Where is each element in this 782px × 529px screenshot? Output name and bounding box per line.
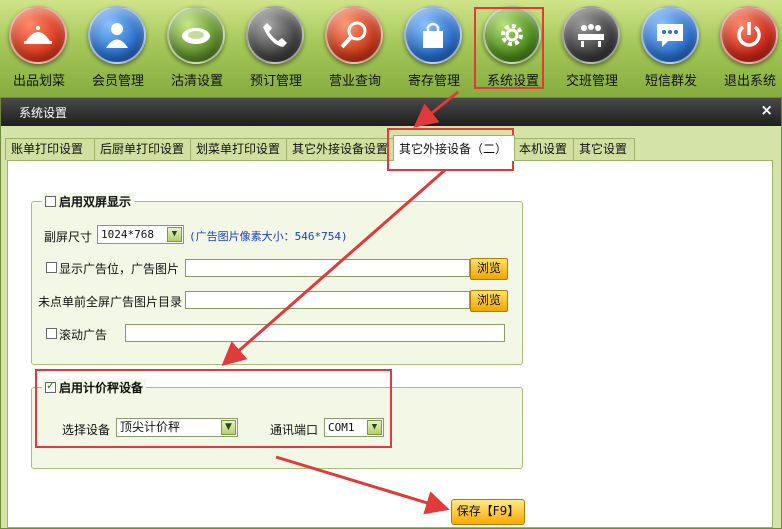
search-icon [325, 6, 383, 64]
toolbar-item-reservation[interactable]: 预订管理 [237, 0, 315, 97]
gear-icon [483, 6, 541, 64]
scroll-ad-checkbox[interactable] [46, 328, 57, 339]
tab-other-settings[interactable]: 其它设置 [573, 138, 635, 160]
dual-screen-checkbox[interactable] [45, 196, 56, 207]
toolbar-label: 短信群发 [644, 74, 697, 89]
phone-icon [246, 6, 304, 64]
save-button[interactable]: 保存【F9】 [451, 499, 525, 525]
message-icon [641, 6, 699, 64]
fullscreen-dir-browse-button[interactable]: 浏览 [470, 290, 508, 312]
toolbar-label: 营业查询 [328, 74, 381, 89]
ad-position-label: 显示广告位，广告图片 [59, 262, 180, 276]
toolbar-label: 交班管理 [565, 74, 618, 89]
scale-label: 启用计价秤设备 [59, 381, 144, 395]
port-value: COM1 [328, 421, 355, 434]
shopping-bag-icon [404, 6, 462, 64]
port-select[interactable]: COM1 ▼ [324, 418, 384, 437]
tab-external-devices[interactable]: 其它外接设备设置 [286, 138, 396, 160]
toolbar-label: 出品划菜 [12, 74, 65, 89]
dual-screen-label: 启用双屏显示 [59, 195, 132, 209]
toolbar-item-soldout[interactable]: 沽清设置 [158, 0, 236, 97]
toolbar-item-system-settings[interactable]: 系统设置 [474, 0, 552, 97]
scroll-ad-input[interactable] [125, 324, 505, 342]
toolbar-item-sms[interactable]: 短信群发 [632, 0, 710, 97]
dual-screen-legend: 启用双屏显示 [42, 193, 135, 210]
toolbar-item-exit[interactable]: 退出系统 [711, 0, 782, 97]
toolbar-item-shift[interactable]: 交班管理 [553, 0, 631, 97]
device-select[interactable]: 顶尖计价秤 ▼ [116, 418, 238, 437]
window-titlebar: 系统设置 × [1, 98, 781, 126]
scale-legend: 启用计价秤设备 [42, 379, 147, 396]
scale-checkbox[interactable] [45, 379, 56, 393]
tab-kitchen-print[interactable]: 后厨单打印设置 [94, 138, 192, 160]
main-toolbar: 出品划菜 会员管理 沽清设置 预订管理 营业查询 寄存管理 系统设置 交班管理 … [0, 0, 782, 97]
toolbar-label: 预订管理 [249, 74, 302, 89]
toolbar-item-storage[interactable]: 寄存管理 [395, 0, 473, 97]
ad-size-hint: (广告图片像素大小：546*754) [189, 230, 348, 243]
plate-icon [167, 6, 225, 64]
toolbar-label: 退出系统 [723, 74, 776, 89]
scale-group: 启用计价秤设备 选择设备 顶尖计价秤 ▼ 通讯端口 COM1 ▼ [31, 379, 523, 469]
tab-bill-print[interactable]: 账单打印设置 [5, 138, 95, 160]
tab-external-devices-2[interactable]: 其它外接设备（二） [393, 135, 515, 161]
chevron-down-icon: ▼ [367, 420, 382, 435]
ad-image-input[interactable] [185, 259, 470, 277]
toolbar-label: 会员管理 [91, 74, 144, 89]
dish-cover-icon [9, 6, 67, 64]
toolbar-item-business-query[interactable]: 营业查询 [316, 0, 394, 97]
chevron-down-icon: ▼ [167, 227, 182, 242]
toolbar-label: 系统设置 [486, 74, 539, 89]
tab-serve-print[interactable]: 划菜单打印设置 [190, 138, 288, 160]
screen-size-label: 副屏尺寸 [44, 230, 93, 244]
device-label: 选择设备 [62, 423, 111, 437]
window-title: 系统设置 [19, 106, 68, 120]
fullscreen-dir-input[interactable] [185, 291, 470, 309]
close-icon[interactable]: × [760, 101, 773, 119]
device-value: 顶尖计价秤 [120, 420, 181, 434]
dual-screen-group: 启用双屏显示 副屏尺寸 1024*768 ▼ (广告图片像素大小：546*754… [31, 193, 523, 365]
toolbar-label: 沽清设置 [170, 74, 223, 89]
system-settings-window: 系统设置 × 账单打印设置 后厨单打印设置 划菜单打印设置 其它外接设备设置 其… [0, 97, 782, 529]
fullscreen-dir-label: 未点单前全屏广告图片目录 [38, 295, 183, 309]
toolbar-label: 寄存管理 [407, 74, 460, 89]
scroll-ad-label: 滚动广告 [59, 328, 108, 342]
member-icon [88, 6, 146, 64]
settings-panel: 启用双屏显示 副屏尺寸 1024*768 ▼ (广告图片像素大小：546*754… [7, 160, 773, 528]
screen-size-select[interactable]: 1024*768 ▼ [97, 225, 184, 244]
ad-position-checkbox[interactable] [46, 262, 57, 273]
tab-local-settings[interactable]: 本机设置 [513, 138, 575, 160]
screen-size-value: 1024*768 [101, 228, 154, 241]
port-label: 通讯端口 [270, 423, 319, 437]
meeting-icon [562, 6, 620, 64]
ad-image-browse-button[interactable]: 浏览 [470, 258, 508, 280]
toolbar-item-members[interactable]: 会员管理 [79, 0, 157, 97]
chevron-down-icon: ▼ [221, 420, 236, 435]
toolbar-item-dish-dispatch[interactable]: 出品划菜 [0, 0, 78, 97]
power-icon [720, 6, 778, 64]
